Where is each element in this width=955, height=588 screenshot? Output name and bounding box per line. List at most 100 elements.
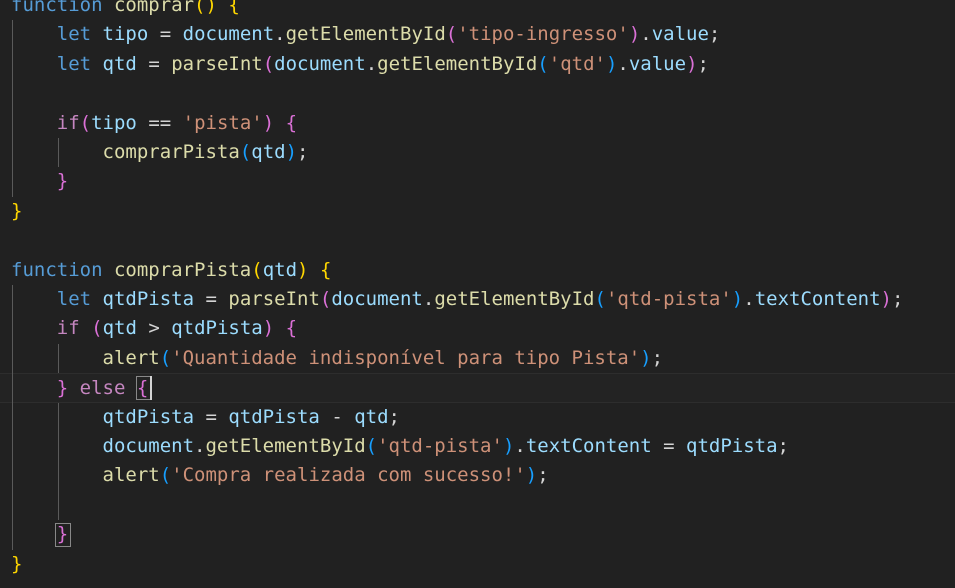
code-token-function: alert — [102, 346, 160, 369]
code-token-variable: textContent — [754, 288, 881, 310]
code-token-function: parseInt — [228, 288, 320, 310]
code-token-variable: qtdPista — [228, 405, 320, 428]
code-token-punctuation: . — [617, 52, 629, 75]
code-line[interactable]: comprarPista(qtd); — [0, 138, 955, 167]
indent-guide — [12, 402, 13, 432]
code-token-bracket-level-1: ( — [251, 258, 263, 281]
code-token-punctuation: > — [136, 317, 172, 340]
code-token-punctuation — [11, 170, 57, 192]
code-line[interactable]: } — [0, 550, 955, 579]
code-line[interactable]: alert('Quantidade indisponível para tipo… — [0, 344, 955, 373]
code-token-punctuation: ; — [297, 141, 309, 163]
code-token-punctuation: . — [274, 23, 286, 46]
code-token-bracket-level-1: } — [11, 552, 23, 575]
indent-guide — [12, 138, 13, 168]
code-token-function: parseInt — [171, 52, 263, 75]
indent-guide — [58, 138, 60, 168]
code-token-bracket-level-2: { — [285, 111, 298, 134]
code-line[interactable]: } — [0, 167, 955, 196]
code-token-string: 'tipo-ingresso' — [457, 23, 629, 46]
code-token-bracket-level-1: { — [319, 258, 332, 281]
indent-guide — [12, 79, 13, 109]
code-line[interactable]: if (qtd > qtdPista) { — [0, 314, 955, 343]
code-token-punctuation — [11, 523, 57, 545]
code-token-keyword: function — [11, 0, 103, 16]
code-line[interactable]: let qtd = parseInt(document.getElementBy… — [0, 50, 955, 79]
code-token-function: alert — [102, 464, 160, 487]
code-token-variable: value — [628, 52, 687, 75]
code-token-variable: qtdPista — [686, 435, 778, 457]
code-token-bracket-level-3: ( — [159, 464, 172, 487]
code-token-punctuation: ; — [708, 23, 721, 46]
code-token-variable: document — [182, 23, 275, 46]
code-text-surface[interactable]: function comprar() { let tipo = document… — [0, 0, 955, 588]
code-token-punctuation — [11, 23, 57, 45]
code-line[interactable]: document.getElementById('qtd-pista').tex… — [0, 432, 955, 461]
code-line[interactable]: } — [0, 197, 955, 226]
code-editor[interactable]: function comprar() { let tipo = document… — [0, 0, 955, 588]
indent-guide — [58, 461, 60, 491]
code-line[interactable]: let tipo = document.getElementById('tipo… — [0, 20, 955, 49]
code-line[interactable]: function comprar() { — [0, 0, 955, 20]
code-token-variable: tipo — [102, 23, 149, 46]
code-token-variable: document — [102, 435, 195, 457]
code-token-function: comprarPista — [102, 141, 240, 163]
code-token-variable: qtd — [102, 52, 137, 75]
code-token-variable: value — [651, 23, 709, 46]
code-token-function: getElementById — [377, 52, 538, 75]
indent-guide — [12, 49, 13, 80]
text-cursor — [150, 376, 153, 400]
code-token-variable: tipo — [91, 111, 137, 134]
indent-guide — [12, 108, 13, 138]
code-token-variable: document — [274, 52, 366, 75]
code-token-punctuation: ; — [537, 464, 549, 487]
code-token-punctuation — [308, 259, 319, 281]
indent-guide — [58, 432, 60, 462]
indent-guide — [12, 314, 13, 344]
code-token-function: getElementById — [434, 288, 595, 310]
code-token-bracket-level-3: ) — [640, 346, 652, 369]
code-token-bracket-level-1: } — [11, 199, 23, 222]
code-token-punctuation: . — [514, 435, 526, 457]
code-token-punctuation: . — [194, 435, 206, 457]
code-token-bracket-level-2: { — [285, 317, 298, 340]
code-line[interactable]: } — [0, 520, 955, 549]
code-token-punctuation: = — [194, 288, 229, 310]
indent-guide — [58, 490, 60, 521]
code-token-punctuation — [91, 288, 102, 310]
code-token-punctuation — [11, 464, 103, 486]
code-token-punctuation — [274, 317, 285, 339]
code-token-bracket-level-1: { — [228, 0, 240, 16]
code-token-string: 'Compra realizada com sucesso!' — [171, 464, 526, 487]
code-line[interactable]: qtdPista = qtdPista - qtd; — [0, 403, 955, 432]
code-line[interactable]: function comprarPista(qtd) { — [0, 256, 955, 285]
code-token-punctuation: . — [640, 23, 652, 46]
code-token-punctuation: . — [743, 288, 755, 310]
code-token-punctuation — [68, 377, 79, 399]
code-token-bracket-level-3: ( — [239, 141, 252, 163]
code-token-string: 'qtd-pista' — [377, 435, 503, 457]
code-line[interactable]: if(tipo == 'pista') { — [0, 109, 955, 138]
code-token-bracket-level-2: } — [56, 170, 69, 193]
code-token-punctuation: - — [319, 405, 355, 428]
code-token-punctuation — [11, 141, 103, 163]
code-line[interactable]: alert('Compra realizada com sucesso!'); — [0, 461, 955, 490]
code-line[interactable] — [0, 491, 955, 520]
code-line[interactable]: } else { — [0, 373, 955, 403]
code-token-punctuation: = — [194, 405, 229, 428]
code-token-keyword: let — [56, 288, 92, 310]
code-line[interactable]: let qtdPista = parseInt(document.getElem… — [0, 285, 955, 314]
code-token-function: getElementById — [205, 435, 366, 457]
code-line[interactable] — [0, 79, 955, 108]
code-token-punctuation: . — [422, 288, 435, 310]
code-token-bracket-level-2: ) — [628, 23, 641, 46]
code-token-bracket-level-3: ) — [525, 464, 538, 487]
code-token-bracket-level-3: ) — [502, 435, 515, 457]
code-token-variable: textContent — [525, 435, 652, 457]
code-line[interactable] — [0, 226, 955, 255]
code-token-bracket-level-2: ) — [686, 52, 698, 75]
code-token-variable: qtd — [102, 317, 137, 340]
code-token-punctuation — [91, 23, 102, 45]
code-token-bracket-level-2: } — [56, 523, 69, 546]
code-token-punctuation — [103, 259, 114, 281]
